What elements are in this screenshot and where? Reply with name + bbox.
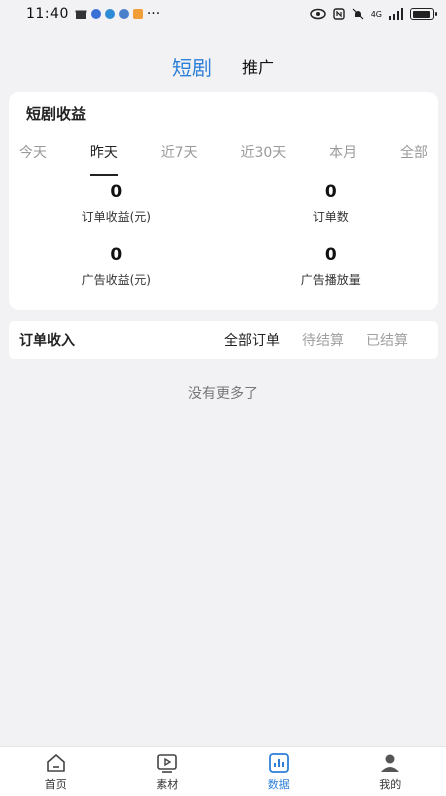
- tab-promotion[interactable]: 推广: [242, 54, 274, 78]
- nav-data[interactable]: 数据: [223, 747, 335, 796]
- filter-pending[interactable]: 待结算: [302, 330, 344, 350]
- stat-order-income: 0 订单收益(元): [9, 182, 224, 225]
- orders-bar: 订单收入 全部订单 待结算 已结算: [9, 321, 438, 359]
- nav-label: 素材: [156, 777, 179, 791]
- mute-bell-icon: [352, 8, 364, 20]
- filter-all-orders[interactable]: 全部订单: [224, 330, 280, 350]
- bottom-nav: 首页 素材 数据 我的: [0, 746, 446, 796]
- stat-value: 0: [324, 245, 337, 265]
- top-tabs: 短剧 推广: [0, 46, 446, 86]
- period-tab-yesterday[interactable]: 昨天: [89, 142, 118, 176]
- period-tab-all[interactable]: 全部: [400, 142, 428, 170]
- app-notification-icon: [90, 9, 101, 19]
- stat-ad-plays: 0 广告播放量: [224, 245, 439, 288]
- stat-ad-income: 0 广告收益(元): [9, 245, 224, 288]
- stat-label: 订单数: [312, 210, 349, 224]
- signal-type: 4G: [370, 9, 382, 19]
- nav-profile[interactable]: 我的: [335, 747, 446, 796]
- stat-value: 0: [110, 245, 123, 265]
- status-time: 11:40: [26, 6, 69, 22]
- stat-label: 广告收益(元): [81, 273, 151, 287]
- empty-list-text: 没有更多了: [188, 386, 258, 402]
- notification-icons: ···: [75, 6, 160, 22]
- nfc-icon: [333, 8, 345, 20]
- stat-order-count: 0 订单数: [224, 182, 439, 225]
- signal-icon: [389, 8, 403, 20]
- gift-icon: [75, 10, 87, 19]
- app-notification-icon: [104, 9, 115, 19]
- more-notifications-icon: ···: [146, 6, 161, 22]
- period-tabs: 今天 昨天 近7天 近30天 本月 全部: [9, 142, 438, 176]
- period-tab-7days[interactable]: 近7天: [161, 142, 198, 170]
- stat-label: 订单收益(元): [81, 210, 151, 224]
- nav-label: 首页: [44, 777, 67, 791]
- eye-icon: [309, 8, 326, 20]
- app-notification-icon: [132, 9, 143, 19]
- home-icon: [46, 753, 65, 772]
- orders-title: 订单收入: [19, 333, 75, 349]
- stat-value: 0: [324, 182, 337, 202]
- filter-settled[interactable]: 已结算: [366, 330, 408, 350]
- income-card: 短剧收益 今天 昨天 近7天 近30天 本月 全部 0 订单收益(元) 0 订单…: [9, 92, 438, 310]
- play-icon: [157, 753, 178, 773]
- stat-value: 0: [110, 182, 123, 202]
- status-bar: 11:40 ··· 4G: [0, 0, 446, 28]
- chart-icon: [268, 752, 289, 773]
- period-tab-30days[interactable]: 近30天: [240, 142, 286, 170]
- nav-label: 数据: [267, 777, 290, 791]
- user-icon: [381, 754, 400, 772]
- battery-icon: [410, 8, 437, 20]
- period-tab-today[interactable]: 今天: [19, 142, 47, 170]
- nav-home[interactable]: 首页: [0, 747, 112, 796]
- nav-material[interactable]: 素材: [112, 747, 224, 796]
- income-card-title: 短剧收益: [26, 105, 87, 123]
- tab-short-drama[interactable]: 短剧: [172, 52, 212, 81]
- stat-label: 广告播放量: [300, 273, 361, 287]
- order-filters: 全部订单 待结算 已结算: [224, 330, 428, 350]
- nav-label: 我的: [379, 777, 402, 791]
- period-tab-month[interactable]: 本月: [329, 142, 357, 170]
- income-stats: 0 订单收益(元) 0 订单数 0 广告收益(元) 0 广告播放量: [9, 182, 438, 288]
- app-notification-icon: [118, 9, 129, 19]
